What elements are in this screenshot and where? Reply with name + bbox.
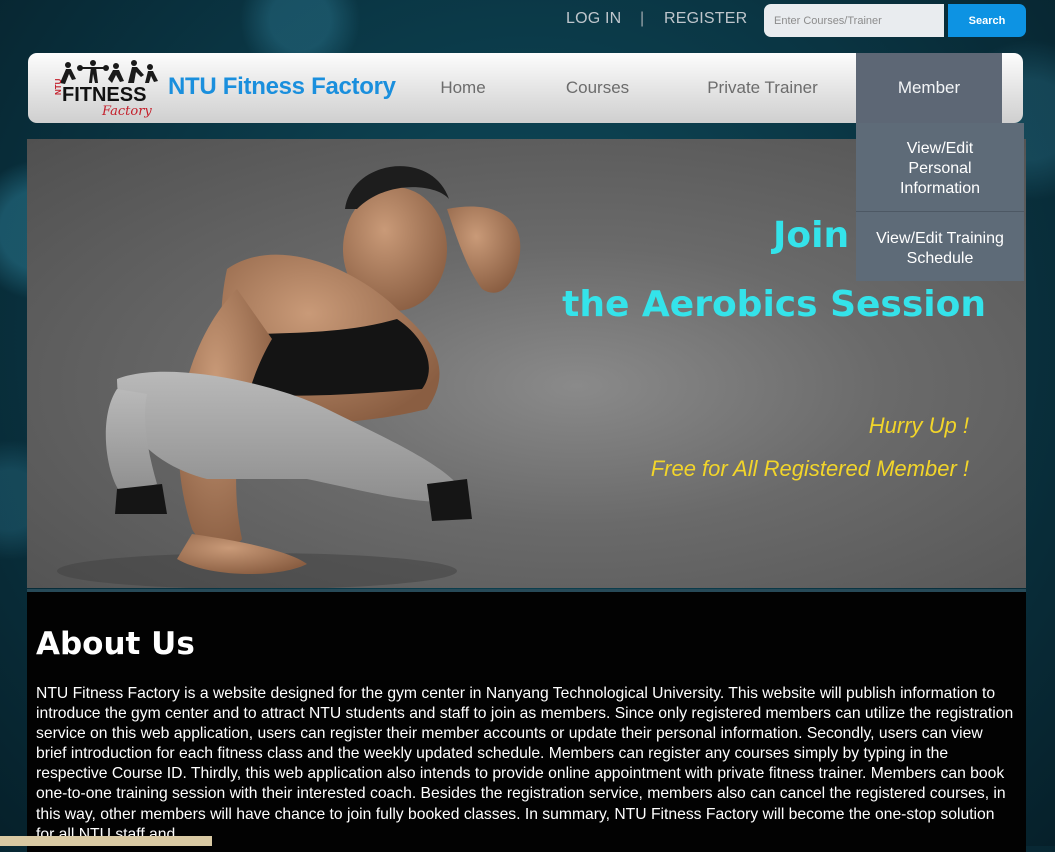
search-button[interactable]: Search xyxy=(948,4,1026,37)
nav-member[interactable]: Member xyxy=(856,53,1002,123)
nav-private-trainer[interactable]: Private Trainer xyxy=(696,53,829,123)
member-dropdown-menu: View/Edit Personal Information View/Edit… xyxy=(856,123,1024,281)
logo-subtext: Factory xyxy=(101,104,152,119)
register-link[interactable]: REGISTER xyxy=(664,10,747,28)
about-section: About Us NTU Fitness Factory is a websit… xyxy=(27,592,1026,852)
top-bar: LOG IN | REGISTER Search xyxy=(0,0,1055,44)
hero-subtext-hurry: Hurry Up ! xyxy=(868,413,969,438)
dropdown-item-training-schedule[interactable]: View/Edit Training Schedule xyxy=(856,211,1024,281)
nav-courses[interactable]: Courses xyxy=(555,53,640,123)
topbar-separator: | xyxy=(640,10,645,27)
search-input[interactable] xyxy=(764,4,944,37)
nav-home[interactable]: Home xyxy=(428,53,498,123)
about-title: About Us xyxy=(36,626,195,662)
site-logo[interactable]: NTU FITNESS Factory xyxy=(50,57,160,119)
hero-headline-line1: Join xyxy=(773,215,850,256)
main-navbar: NTU FITNESS Factory NTU Fitness Factory … xyxy=(28,53,1023,123)
brand-title[interactable]: NTU Fitness Factory xyxy=(168,73,396,101)
logo-text: FITNESS xyxy=(62,84,146,106)
hero-headline-line2: the Aerobics Session xyxy=(562,284,986,325)
about-body: NTU Fitness Factory is a website designe… xyxy=(36,685,1014,843)
dropdown-item-personal-info[interactable]: View/Edit Personal Information xyxy=(856,123,1024,211)
login-link[interactable]: LOG IN xyxy=(566,10,621,28)
hero-subtext-free: Free for All Registered Member ! xyxy=(650,456,969,481)
bottom-left-strip xyxy=(0,836,212,846)
logo-graphic: NTU FITNESS Factory xyxy=(54,60,158,119)
